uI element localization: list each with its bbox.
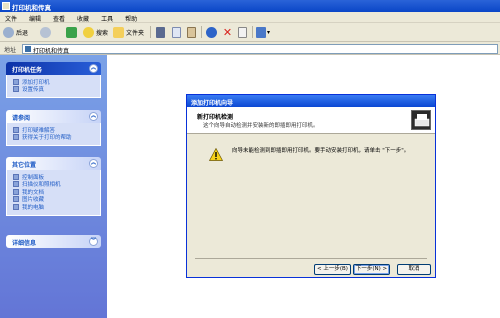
properties-icon [238,26,247,38]
undo-button[interactable] [206,25,217,39]
address-value: 打印机和传真 [33,48,70,55]
views-button[interactable]: ▾ [256,25,270,39]
panel-other-places: 其它位置 ︽ 控制面板 扫描仪和照相机 我的文档 图片收藏 我的电脑 [6,157,101,216]
sidebar-item-print-help[interactable]: 获得关于打印的帮助 [13,134,100,141]
watermark: jingyan.baidu.com [430,296,486,303]
add-printer-icon [13,78,19,85]
copy-icon [172,26,181,38]
back-button[interactable]: < 上一步(B) [314,264,351,275]
panel-see-also: 请参阅 ︽ 打印疑难解答 获得关于打印的帮助 [6,110,101,146]
warning-icon [208,147,224,161]
panel-header-printer-tasks[interactable]: 打印机任务 ︽ [6,62,101,75]
dialog-header: 新打印机检测 这个向导自动检测并安装新的即插即用打印机。 [187,107,435,134]
panel-header-details[interactable]: 详细信息 ︾ [6,235,101,248]
panel-printer-tasks: 打印机任务 ︽ 添加打印机 设置传真 [6,62,101,98]
panel-header-see-also[interactable]: 请参阅 ︽ [6,110,101,123]
folders-button[interactable]: 文件夹 [113,25,144,39]
computer-icon [13,203,19,210]
folder-icon [13,188,19,195]
folders-icon [113,26,124,38]
collapse-icon[interactable]: ︽ [89,64,98,73]
up-folder-button[interactable] [66,25,77,39]
menu-file[interactable]: 文件 [5,14,17,23]
paste-icon [187,26,196,38]
address-input[interactable]: 打印机和传真 [22,44,498,55]
toolbar: 后退 搜索 文件夹 ✕ ▾ [0,23,500,42]
control-panel-icon [13,173,19,180]
dialog-message: 向导未能检测到即插即用打印机。要手动安装打印机，请单击 "下一步"。 [232,148,410,154]
forward-arrow-icon [40,26,51,38]
chevron-down-icon: ▾ [267,28,271,36]
sidebar-item-my-computer[interactable]: 我的电脑 [13,203,100,211]
menu-view[interactable]: 查看 [53,14,65,23]
dialog-heading: 新打印机检测 [197,114,234,121]
search-button[interactable]: 搜索 [83,25,108,39]
back-button[interactable]: 后退 [3,25,28,39]
task-pane: 打印机任务 ︽ 添加打印机 设置传真 请参阅 ︽ 打印疑难解答 获得关于打印的帮… [0,55,107,318]
menu-bar: 文件 编辑 查看 收藏 工具 帮助 [0,12,500,23]
back-arrow-icon [3,26,14,38]
printer-icon [411,110,431,130]
dialog-subheading: 这个向导自动检测并安装新的即插即用打印机。 [203,123,319,129]
undo-icon [206,26,217,38]
forward-button[interactable] [40,25,51,39]
views-icon [256,26,266,38]
help-icon [13,134,19,141]
paste-button[interactable] [187,25,196,39]
menu-favorites[interactable]: 收藏 [77,14,89,23]
window-title: 打印机和传真 [12,4,51,12]
menu-edit[interactable]: 编辑 [29,14,41,23]
dialog-divider [195,258,427,259]
delete-x-icon: ✕ [222,25,233,39]
folder-icon [13,196,19,203]
fax-icon [13,86,19,93]
sidebar-item-setup-fax[interactable]: 设置传真 [13,86,100,93]
expand-icon[interactable]: ︾ [89,237,98,246]
printer-folder-icon [2,2,10,10]
help-icon [13,126,19,133]
address-label: 地址 [4,47,17,54]
search-icon [83,26,94,38]
scanner-icon [13,181,19,188]
menu-tools[interactable]: 工具 [101,14,113,23]
printer-folder-small-icon [25,46,31,52]
dialog-titlebar[interactable]: 添加打印机向导 [187,95,435,107]
cut-button[interactable] [156,25,165,39]
properties-button[interactable] [238,25,247,39]
panel-details: 详细信息 ︾ [6,235,101,248]
address-bar: 地址 打印机和传真 [0,42,500,55]
collapse-icon[interactable]: ︽ [89,112,98,121]
cancel-button[interactable]: 取消 [397,264,431,275]
copy-button[interactable] [172,25,181,39]
cut-icon [156,26,165,38]
panel-header-other-places[interactable]: 其它位置 ︽ [6,157,101,170]
delete-button[interactable]: ✕ [222,25,233,39]
next-button[interactable]: 下一步(N) > [353,264,390,275]
add-printer-wizard-dialog: 添加打印机向导 新打印机检测 这个向导自动检测并安装新的即插即用打印机。 向导未… [186,94,436,278]
menu-help[interactable]: 帮助 [125,14,137,23]
collapse-icon[interactable]: ︽ [89,159,98,168]
window-titlebar[interactable]: 打印机和传真 [0,0,500,12]
up-folder-icon [66,26,77,38]
